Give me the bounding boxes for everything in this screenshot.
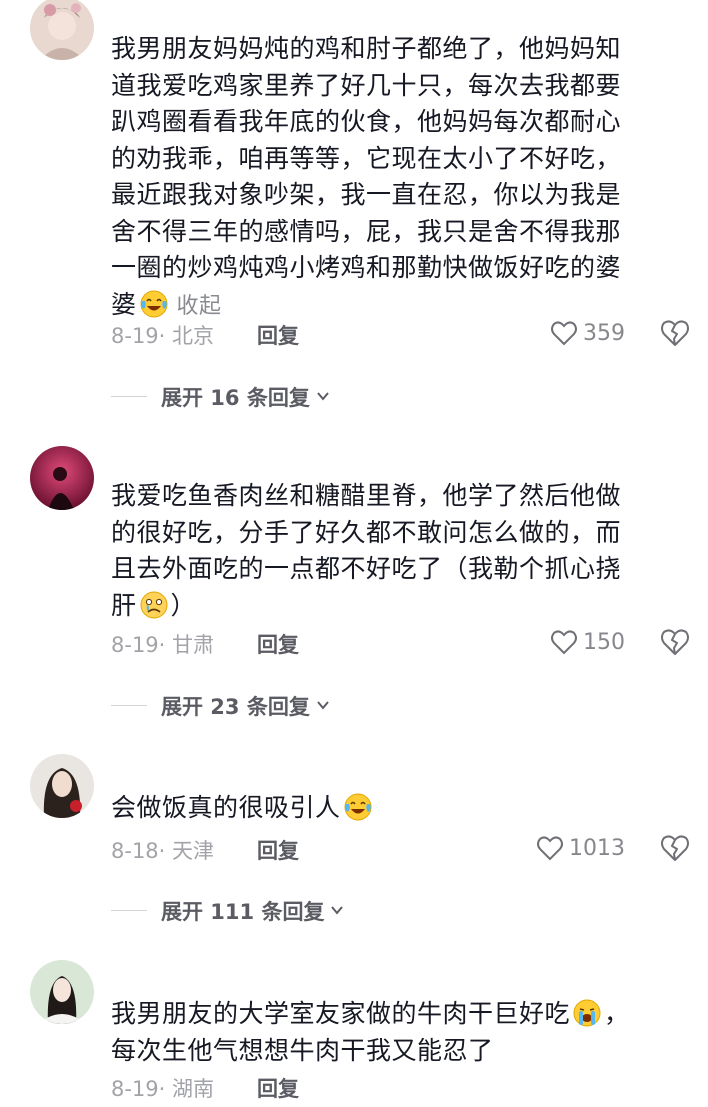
comment-tail: ，: [604, 999, 630, 1028]
comment-line: 婆: [111, 289, 137, 319]
comment-text: 我爱吃鱼香肉丝和糖醋里脊，他学了然后他做 的很好吃，分手了好久都不敢问怎么做的，…: [111, 478, 681, 624]
heart-icon: [551, 630, 577, 655]
like-button[interactable]: 1013: [535, 833, 625, 863]
chevron-down-icon: [317, 701, 329, 710]
expand-label: 展开 23 条回复: [161, 695, 310, 719]
comment-line: 肝: [111, 590, 137, 620]
comment-line: 每次生他气想想牛肉干我又能忍了: [111, 1035, 494, 1065]
comment-line: 趴鸡圈看看我年底的伙食，他妈妈每次都耐心: [111, 107, 622, 136]
collapse-link[interactable]: 收起: [177, 294, 222, 319]
crying-icon: [140, 591, 168, 618]
like-count: 150: [583, 629, 625, 655]
like-button[interactable]: 150: [549, 627, 625, 657]
comment-text: 会做饭真的很吸引人: [111, 790, 681, 827]
comment-tail: ）: [170, 590, 197, 620]
comment-line: 我爱吃鱼香肉丝和糖醋里脊，他学了然后他做: [111, 481, 622, 510]
sob-icon: [573, 999, 601, 1027]
comment-meta: 8-19· 甘肃 回复 150: [111, 629, 691, 663]
comment-line: 舍不得三年的感情吗，屁，我只是舍不得我那: [111, 216, 622, 246]
comment-line: 我男朋友妈妈炖的鸡和肘子都绝了，他妈妈知: [111, 34, 622, 63]
comment-line: 一圈的炒鸡炖鸡小烤鸡和那勤快做饭好吃的婆: [111, 253, 622, 282]
chevron-down-icon: [331, 906, 344, 915]
like-button[interactable]: 359: [549, 318, 625, 348]
broken-heart-icon[interactable]: [659, 832, 691, 864]
comment-line: 道我爱吃鸡家里养了好几十只，每次去我都要: [111, 70, 622, 100]
avatar[interactable]: [30, 960, 94, 1024]
comment-meta: 8-19· 北京 回复 359: [111, 320, 691, 354]
laugh-cry-icon: [344, 793, 372, 821]
comment-line: 的劝我乖，咱再等等，它现在太小了不好吃，: [111, 143, 622, 173]
avatar[interactable]: [30, 754, 94, 818]
expand-label: 展开 16 条回复: [161, 386, 310, 410]
comment-line: 我男朋友的大学室友家做的牛肉干巨好吃: [111, 999, 571, 1028]
expand-label: 展开 111 条回复: [161, 900, 325, 924]
divider: [111, 705, 147, 706]
comment-line: 的很好吃，分手了好久都不敢问怎么做的，而: [111, 517, 622, 547]
avatar[interactable]: [30, 446, 94, 510]
broken-heart-icon[interactable]: [659, 317, 691, 349]
comment-meta: 8-19· 湖南 回复: [111, 1073, 691, 1107]
comment-text: 我男朋友的大学室友家做的牛肉干巨好吃 ， 每次生他气想想牛肉干我又能忍了: [111, 996, 681, 1069]
laugh-cry-icon: [140, 290, 168, 317]
like-count: 359: [583, 320, 625, 346]
reply-button[interactable]: 回复: [257, 629, 299, 659]
reply-button[interactable]: 回复: [257, 835, 299, 865]
comment-line: 最近跟我对象吵架，我一直在忍，你以为我是: [111, 180, 622, 209]
divider: [111, 910, 147, 911]
chevron-down-icon: [317, 392, 329, 401]
reply-button[interactable]: 回复: [257, 320, 299, 350]
comment-line: 会做饭真的很吸引人: [111, 793, 341, 822]
comment-date-location: 8-19· 北京: [111, 324, 215, 348]
heart-icon: [551, 321, 577, 346]
heart-icon: [537, 836, 563, 861]
comment-date-location: 8-19· 甘肃: [111, 633, 215, 657]
like-count: 1013: [569, 835, 625, 861]
comment-date-location: 8-18· 天津: [111, 839, 215, 863]
avatar[interactable]: [30, 0, 94, 60]
comment-text: 我男朋友妈妈炖的鸡和肘子都绝了，他妈妈知 道我爱吃鸡家里养了好几十只，每次去我都…: [111, 31, 681, 325]
broken-heart-icon[interactable]: [659, 626, 691, 658]
divider: [111, 396, 147, 397]
comment-meta: 8-18· 天津 回复 1013: [111, 835, 691, 869]
comment-line: 且去外面吃的一点都不好吃了（我勒个抓心挠: [111, 554, 622, 583]
